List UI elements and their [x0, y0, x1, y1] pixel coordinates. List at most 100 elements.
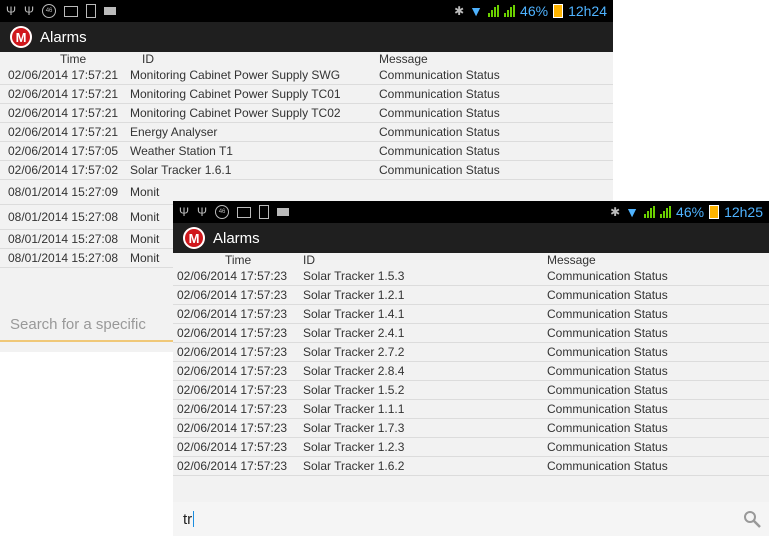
search-input[interactable]: tr: [173, 502, 769, 536]
cell-time: 02/06/2014 17:57:23: [177, 345, 288, 359]
cell-message: Communication Status: [547, 440, 668, 454]
sim-icon: [86, 4, 97, 18]
table-row[interactable]: 02/06/2014 17:57:23 Solar Tracker 2.8.4 Co…: [173, 362, 769, 381]
cell-message: Communication Status: [379, 125, 500, 139]
column-header-id[interactable]: ID: [303, 253, 543, 267]
cell-id: Weather Station T1: [130, 144, 233, 158]
cell-message: Communication Status: [547, 269, 668, 283]
cell-id: Monit: [130, 185, 160, 199]
cell-time: 02/06/2014 17:57:23: [177, 288, 288, 302]
cell-time: 02/06/2014 17:57:21: [8, 125, 119, 139]
cell-message: Communication Status: [379, 87, 500, 101]
column-header-id[interactable]: ID: [130, 52, 375, 66]
cell-id: Solar Tracker 1.6.2: [303, 459, 405, 473]
table-row[interactable]: 02/06/2014 17:57:05 Weather Station T1 Com…: [0, 142, 613, 161]
cell-time: 02/06/2014 17:57:02: [8, 163, 119, 177]
cell-time: 02/06/2014 17:57:21: [8, 87, 119, 101]
battery-icon: [553, 4, 564, 18]
cell-time: 02/06/2014 17:57:23: [177, 364, 288, 378]
column-header-time[interactable]: Time: [173, 253, 303, 267]
table-row[interactable]: 02/06/2014 17:57:23 Solar Tracker 1.2.3 Co…: [173, 438, 769, 457]
battery-percent: 46%: [520, 3, 549, 19]
cell-id: Monitoring Cabinet Power Supply TC02: [130, 106, 341, 120]
cell-message: Communication Status: [547, 307, 668, 321]
table-header: Time ID Message: [0, 52, 613, 66]
table-row[interactable]: 02/06/2014 17:57:21 Monitoring Cabinet Po…: [0, 66, 613, 85]
action-bar: M Alarms: [0, 22, 613, 52]
cell-time: 02/06/2014 17:57:23: [177, 269, 288, 283]
table-row[interactable]: 02/06/2014 17:57:02 Solar Tracker 1.6.1 Co…: [0, 161, 613, 180]
cell-time: 02/06/2014 17:57:23: [177, 459, 288, 473]
table-row[interactable]: 02/06/2014 17:57:21 Energy Analyser Commun…: [0, 123, 613, 142]
table-row[interactable]: 02/06/2014 17:57:23 Solar Tracker 1.7.3 Co…: [173, 419, 769, 438]
cell-id: Solar Tracker 1.4.1: [303, 307, 405, 321]
clock: 12h24: [568, 3, 607, 19]
app-logo[interactable]: M: [10, 26, 32, 48]
text-cursor: [193, 511, 195, 527]
status-bar: Ψ Ψ 46 ✱ ▼ 46% 12h24: [0, 0, 613, 22]
cell-id: Solar Tracker 2.4.1: [303, 326, 405, 340]
cell-time: 02/06/2014 17:57:23: [177, 326, 288, 340]
battery-icon: [709, 205, 720, 219]
table-row[interactable]: 02/06/2014 17:57:23 Solar Tracker 1.6.2 Co…: [173, 457, 769, 476]
search-text: tr: [183, 510, 193, 528]
table-row[interactable]: 02/06/2014 17:57:21 Monitoring Cabinet Po…: [0, 104, 613, 123]
battery-percent: 46%: [676, 204, 705, 220]
cell-id: Monitoring Cabinet Power Supply TC01: [130, 87, 341, 101]
signal-icon: [644, 206, 656, 218]
clock: 12h25: [724, 204, 763, 220]
cell-message: Communication Status: [379, 144, 500, 158]
signal-icon: [488, 5, 500, 17]
table-row[interactable]: 02/06/2014 17:57:23 Solar Tracker 1.4.1 Co…: [173, 305, 769, 324]
signal-icon: [504, 5, 516, 17]
table-row[interactable]: 02/06/2014 17:57:21 Monitoring Cabinet Po…: [0, 85, 613, 104]
cell-time: 02/06/2014 17:57:23: [177, 402, 288, 416]
cell-time: 08/01/2014 15:27:08: [8, 251, 119, 265]
notification-icon: 46: [42, 4, 57, 18]
cell-id: Solar Tracker 1.5.2: [303, 383, 405, 397]
mail-icon: [277, 208, 290, 216]
cell-id: Solar Tracker 1.1.1: [303, 402, 405, 416]
mail-icon: [104, 7, 117, 15]
table-row[interactable]: 02/06/2014 17:57:23 Solar Tracker 1.1.1 Co…: [173, 400, 769, 419]
search-icon[interactable]: [743, 510, 761, 528]
app-title: Alarms: [40, 28, 87, 46]
wifi-icon: ▼: [469, 3, 484, 19]
table-row[interactable]: 02/06/2014 17:57:23 Solar Tracker 1.5.3 Co…: [173, 267, 769, 286]
cell-message: Communication Status: [547, 364, 668, 378]
app-logo[interactable]: M: [183, 227, 205, 249]
cell-id: Solar Tracker 1.7.3: [303, 421, 405, 435]
table-row[interactable]: 02/06/2014 17:57:23 Solar Tracker 2.4.1 Co…: [173, 324, 769, 343]
bluetooth-icon: ✱: [454, 4, 465, 18]
cell-id: Solar Tracker 2.7.2: [303, 345, 405, 359]
cell-time: 02/06/2014 17:57:21: [8, 68, 119, 82]
cell-time: 02/06/2014 17:57:23: [177, 307, 288, 321]
table-row[interactable]: 02/06/2014 17:57:23 Solar Tracker 2.7.2 Co…: [173, 343, 769, 362]
cell-time: 02/06/2014 17:57:23: [177, 440, 288, 454]
signal-icon: [660, 206, 672, 218]
notification-icon: 46: [215, 205, 230, 219]
cell-message: Communication Status: [547, 288, 668, 302]
column-header-message[interactable]: Message: [543, 253, 769, 267]
bluetooth-icon: ✱: [610, 205, 621, 219]
usb-icon: Ψ: [24, 4, 35, 18]
action-bar: M Alarms: [173, 223, 769, 253]
cell-time: 02/06/2014 17:57:23: [177, 421, 288, 435]
table-row[interactable]: 02/06/2014 17:57:23 Solar Tracker 1.2.1 Co…: [173, 286, 769, 305]
cell-message: Communication Status: [547, 345, 668, 359]
column-header-message[interactable]: Message: [375, 52, 613, 66]
column-header-time[interactable]: Time: [0, 52, 130, 66]
table-row[interactable]: 02/06/2014 17:57:23 Solar Tracker 1.5.2 Co…: [173, 381, 769, 400]
wifi-icon: ▼: [625, 204, 640, 220]
usb-icon: Ψ: [179, 205, 190, 219]
cell-message: Communication Status: [547, 326, 668, 340]
cell-id: Solar Tracker 2.8.4: [303, 364, 405, 378]
picture-icon: [64, 5, 79, 17]
cell-message: Communication Status: [379, 68, 500, 82]
usb-icon: Ψ: [6, 4, 17, 18]
cell-id: Solar Tracker 1.2.1: [303, 288, 405, 302]
picture-icon: [237, 206, 252, 218]
cell-message: Communication Status: [547, 402, 668, 416]
cell-message: Communication Status: [547, 459, 668, 473]
cell-time: 02/06/2014 17:57:21: [8, 106, 119, 120]
